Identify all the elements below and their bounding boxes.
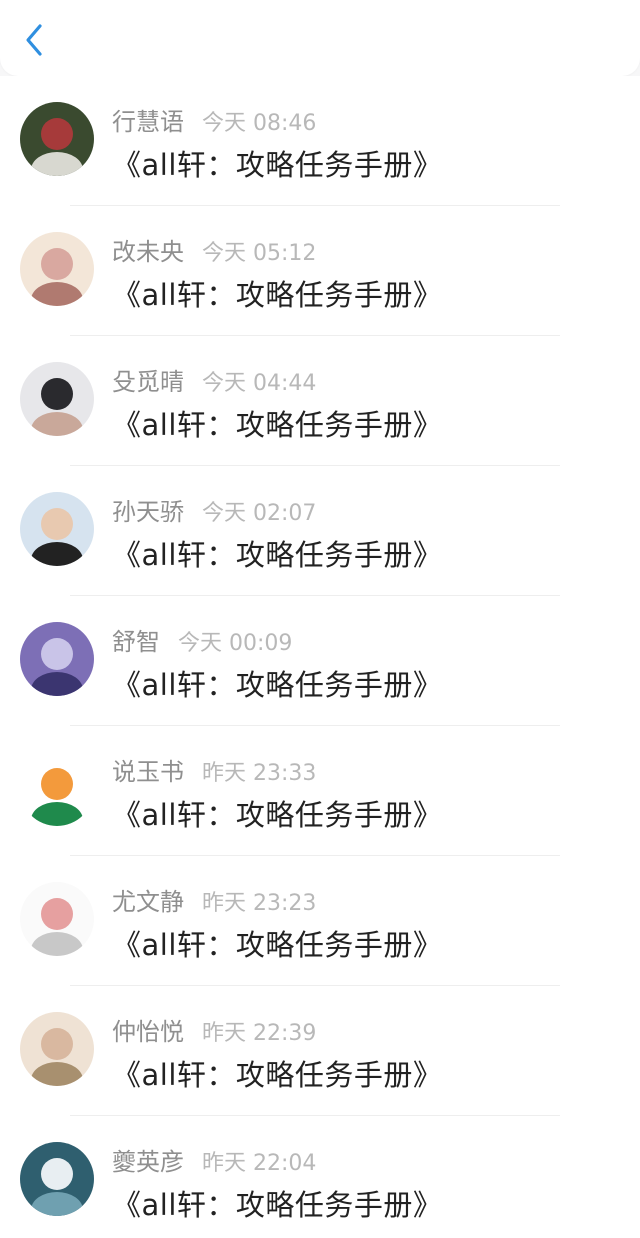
list-item[interactable]: 尤文静 昨天 23:23 《all轩：攻略任务手册》 [0, 856, 640, 986]
sender-name: 夔英彦 [112, 1148, 184, 1176]
timestamp: 昨天 23:23 [202, 891, 317, 916]
message-list: 行慧语 今天 08:46 《all轩：攻略任务手册》 改未央 今天 05:12 … [0, 76, 640, 1238]
message-meta: 行慧语 今天 08:46 [112, 102, 316, 136]
message-text: 《all轩：攻略任务手册》 [112, 928, 443, 962]
page: 行慧语 今天 08:46 《all轩：攻略任务手册》 改未央 今天 05:12 … [0, 0, 640, 1238]
avatar[interactable] [20, 752, 94, 826]
sender-name: 仲怡悦 [112, 1018, 184, 1046]
avatar[interactable] [20, 362, 94, 436]
list-item[interactable]: 改未央 今天 05:12 《all轩：攻略任务手册》 [0, 206, 640, 336]
list-item[interactable]: 孙天骄 今天 02:07 《all轩：攻略任务手册》 [0, 466, 640, 596]
message-text: 《all轩：攻略任务手册》 [112, 278, 443, 312]
avatar[interactable] [20, 882, 94, 956]
avatar[interactable] [20, 232, 94, 306]
timestamp: 今天 08:46 [202, 111, 317, 136]
sender-name: 舒智 [112, 628, 160, 656]
sender-name: 行慧语 [112, 108, 184, 136]
message-meta: 改未央 今天 05:12 [112, 232, 316, 266]
sender-name: 殳觅晴 [112, 368, 184, 396]
list-item[interactable]: 仲怡悦 昨天 22:39 《all轩：攻略任务手册》 [0, 986, 640, 1116]
message-meta: 殳觅晴 今天 04:44 [112, 362, 316, 396]
timestamp: 昨天 22:39 [202, 1021, 317, 1046]
list-item[interactable]: 行慧语 今天 08:46 《all轩：攻略任务手册》 [0, 76, 640, 206]
avatar[interactable] [20, 1142, 94, 1216]
message-meta: 说玉书 昨天 23:33 [112, 752, 316, 786]
message-text: 《all轩：攻略任务手册》 [112, 1188, 443, 1222]
message-meta: 仲怡悦 昨天 22:39 [112, 1012, 316, 1046]
message-meta: 尤文静 昨天 23:23 [112, 882, 316, 916]
message-text: 《all轩：攻略任务手册》 [112, 538, 443, 572]
message-meta: 夔英彦 昨天 22:04 [112, 1142, 316, 1176]
message-meta: 孙天骄 今天 02:07 [112, 492, 316, 526]
avatar[interactable] [20, 492, 94, 566]
message-text: 《all轩：攻略任务手册》 [112, 668, 443, 702]
avatar[interactable] [20, 622, 94, 696]
chevron-left-icon [26, 24, 42, 56]
message-meta: 舒智 今天 00:09 [112, 622, 292, 656]
message-text: 《all轩：攻略任务手册》 [112, 148, 443, 182]
list-item[interactable]: 夔英彦 昨天 22:04 《all轩：攻略任务手册》 [0, 1116, 640, 1238]
avatar[interactable] [20, 1012, 94, 1086]
sender-name: 改未央 [112, 238, 184, 266]
list-item[interactable]: 舒智 今天 00:09 《all轩：攻略任务手册》 [0, 596, 640, 726]
sender-name: 孙天骄 [112, 498, 184, 526]
timestamp: 今天 00:09 [178, 631, 293, 656]
avatar[interactable] [20, 102, 94, 176]
back-button[interactable] [14, 20, 54, 60]
sender-name: 尤文静 [112, 888, 184, 916]
timestamp: 昨天 22:04 [202, 1151, 317, 1176]
top-bar [0, 0, 640, 76]
list-item[interactable]: 说玉书 昨天 23:33 《all轩：攻略任务手册》 [0, 726, 640, 856]
list-item[interactable]: 殳觅晴 今天 04:44 《all轩：攻略任务手册》 [0, 336, 640, 466]
timestamp: 今天 05:12 [202, 241, 317, 266]
message-text: 《all轩：攻略任务手册》 [112, 408, 443, 442]
timestamp: 今天 02:07 [202, 501, 317, 526]
timestamp: 今天 04:44 [202, 371, 317, 396]
message-text: 《all轩：攻略任务手册》 [112, 1058, 443, 1092]
message-text: 《all轩：攻略任务手册》 [112, 798, 443, 832]
timestamp: 昨天 23:33 [202, 761, 317, 786]
sender-name: 说玉书 [112, 758, 184, 786]
